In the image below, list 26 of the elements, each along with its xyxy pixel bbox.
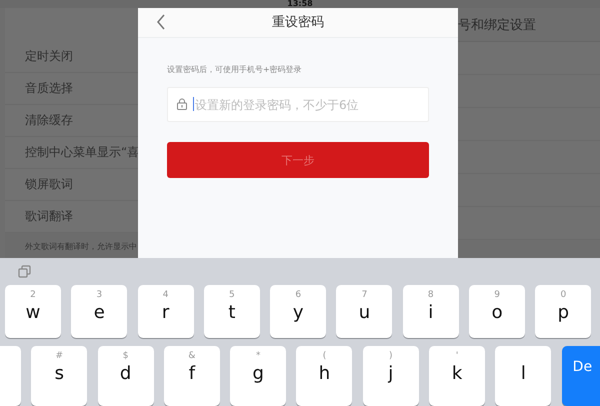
key[interactable]: ' k bbox=[429, 346, 486, 406]
key[interactable]: 7 u bbox=[336, 285, 392, 338]
settings-footnote: 外文歌词有翻译时，允许显示中 bbox=[5, 233, 138, 258]
lock-icon bbox=[177, 98, 187, 110]
status-time: 13:58 bbox=[287, 0, 313, 8]
back-icon[interactable] bbox=[156, 14, 166, 30]
key[interactable]: 5 t bbox=[204, 285, 260, 338]
dialog-title: 重设密码 bbox=[272, 14, 324, 31]
key[interactable]: ) j bbox=[362, 346, 419, 406]
key[interactable]: ( h bbox=[296, 346, 352, 406]
key[interactable]: l bbox=[495, 346, 552, 406]
key[interactable]: 2 w bbox=[5, 285, 61, 338]
key[interactable]: $ d bbox=[98, 346, 154, 406]
key[interactable]: 3 e bbox=[71, 285, 128, 338]
clipboard-icon[interactable] bbox=[18, 265, 31, 278]
key[interactable]: 6 y bbox=[270, 285, 326, 338]
key[interactable]: * g bbox=[230, 346, 286, 406]
hint-text: 设置密码后，可使用手机号+密码登录 bbox=[167, 64, 303, 75]
key[interactable]: 8 i bbox=[402, 285, 459, 338]
done-key[interactable]: De bbox=[562, 346, 600, 406]
key[interactable]: 4 r bbox=[138, 285, 194, 338]
key[interactable]: & f bbox=[164, 346, 220, 406]
password-field[interactable]: 设置新的登录密码，不少于6位 bbox=[167, 87, 429, 122]
key[interactable]: # s bbox=[31, 346, 88, 406]
key[interactable]: 0 p bbox=[535, 285, 592, 338]
key[interactable]: 9 o bbox=[469, 285, 526, 338]
